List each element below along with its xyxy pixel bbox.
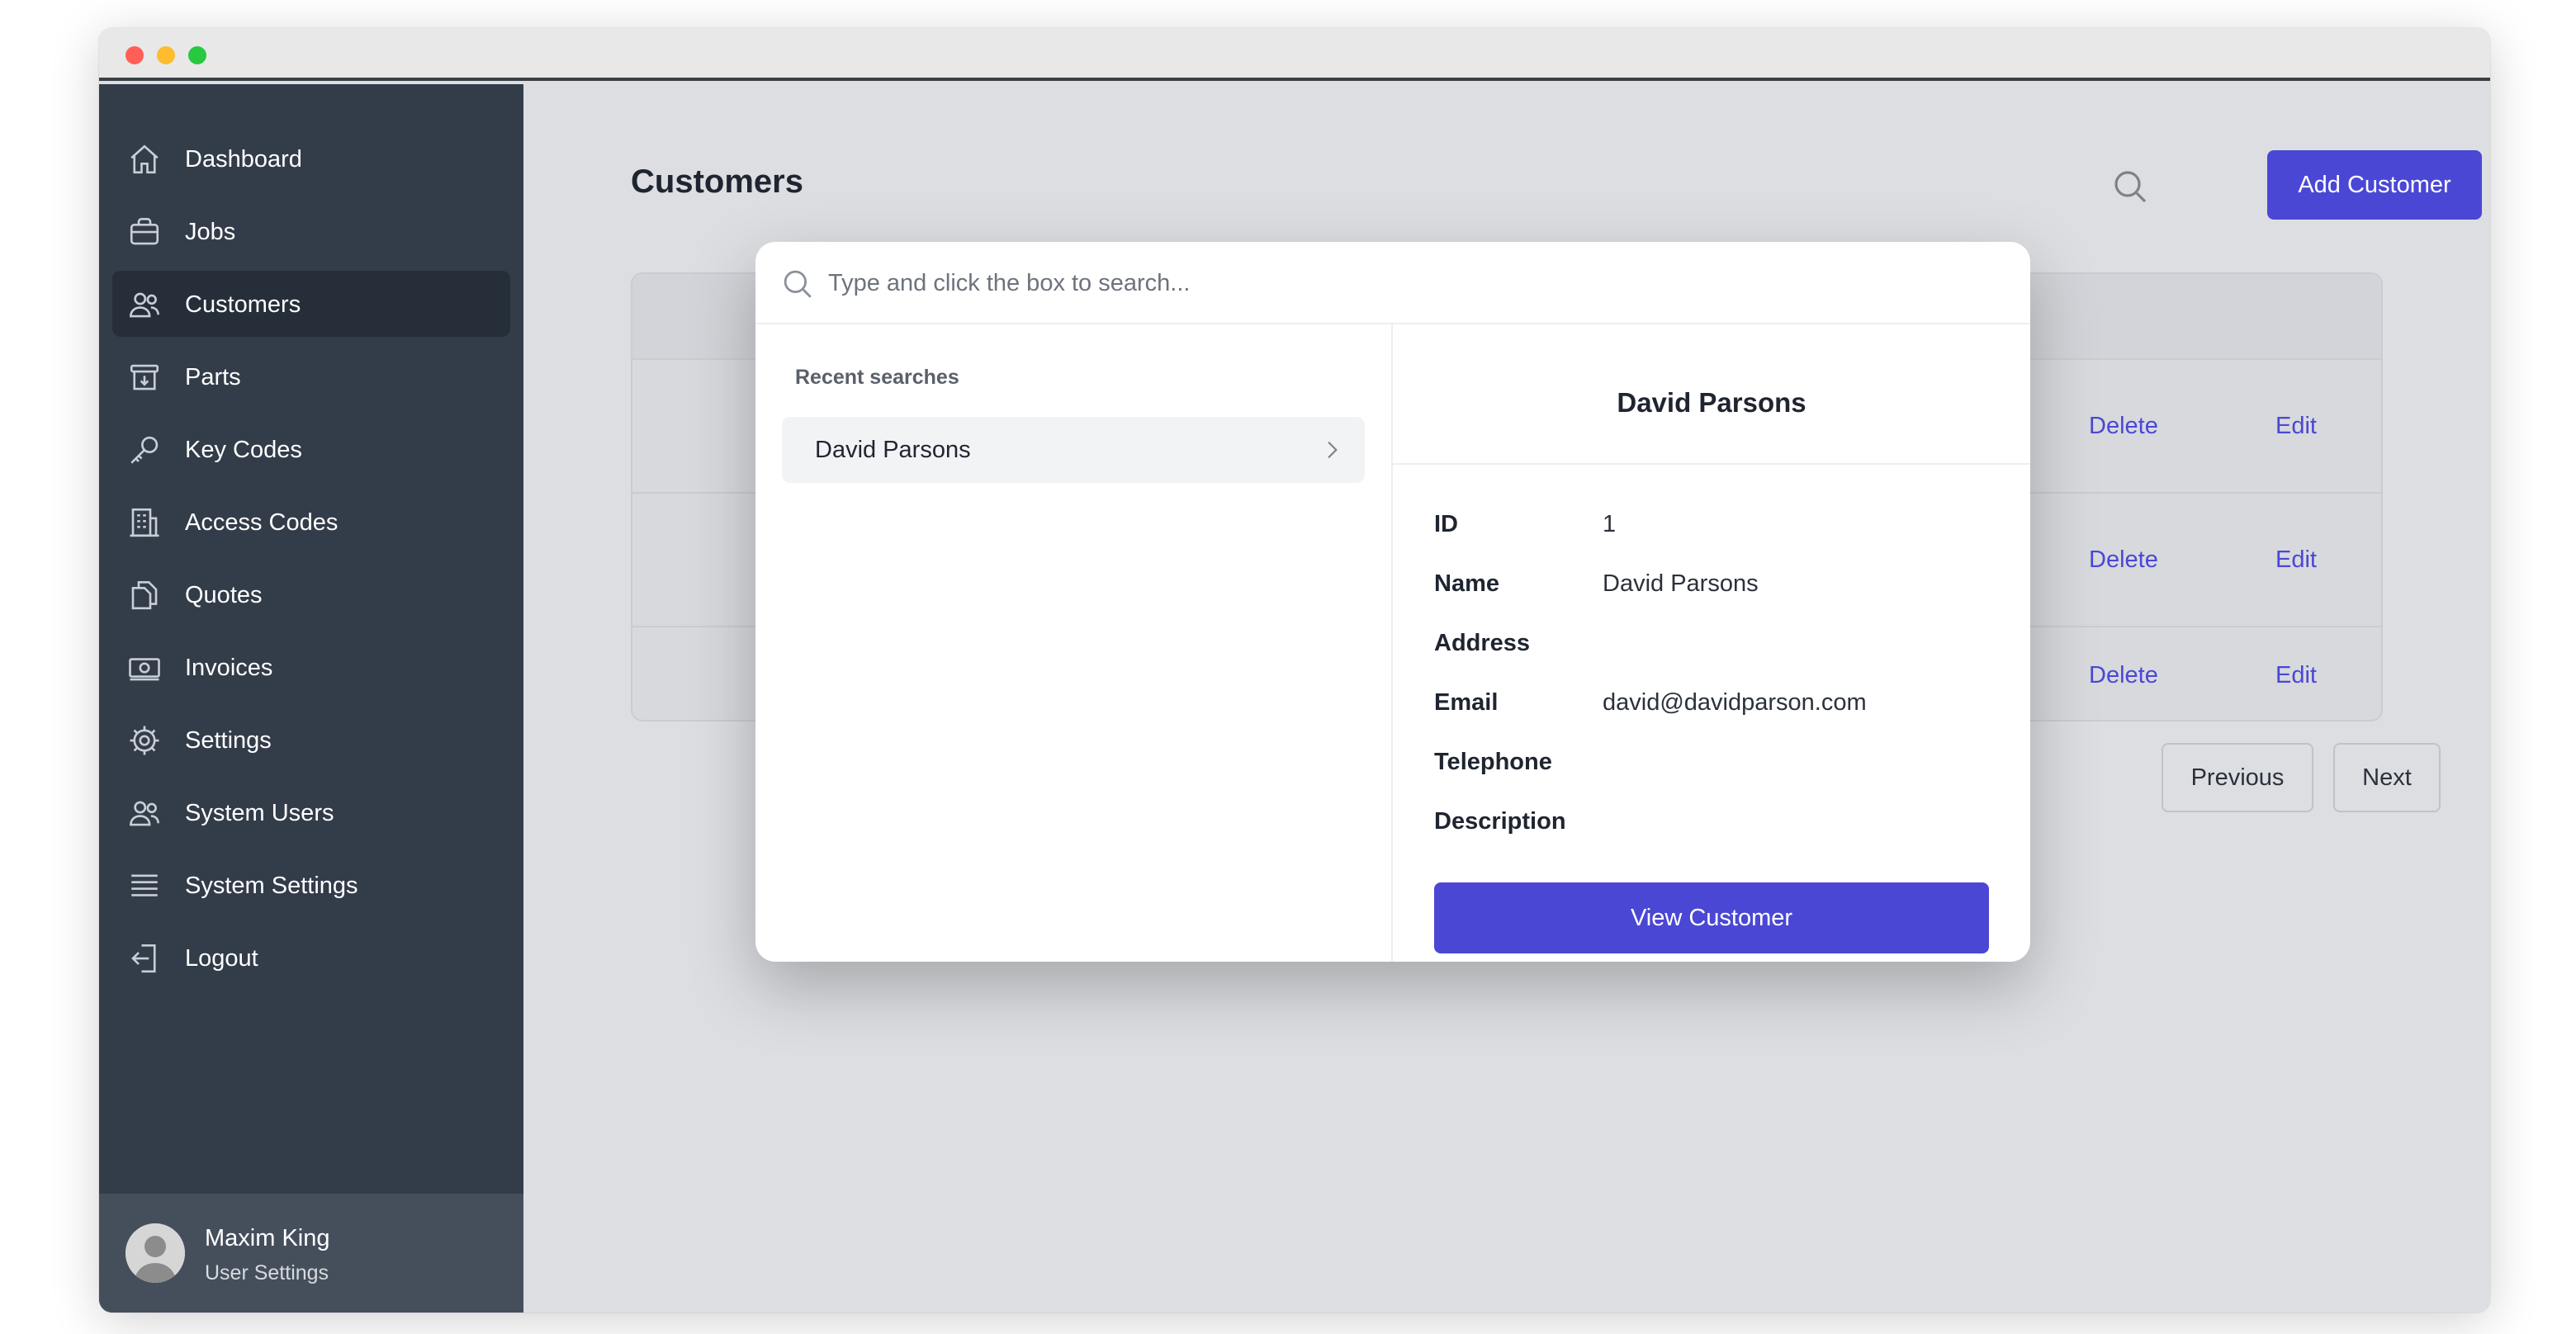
sidebar-item-parts[interactable]: Parts: [112, 343, 510, 409]
edit-button[interactable]: Edit: [2275, 546, 2317, 574]
field-value-name: David Parsons: [1603, 570, 1759, 597]
sidebar-item-customers[interactable]: Customers: [112, 271, 510, 337]
next-button[interactable]: Next: [2333, 743, 2441, 812]
key-icon: [127, 433, 162, 467]
edit-button[interactable]: Edit: [2275, 413, 2317, 440]
sidebar-item-quotes[interactable]: Quotes: [112, 561, 510, 627]
avatar: [125, 1223, 185, 1283]
recent-searches-title: Recent searches: [795, 366, 959, 389]
field-value-email: david@davidparson.com: [1603, 689, 1867, 716]
archive-icon: [127, 360, 162, 395]
sidebar-item-key-codes[interactable]: Key Codes: [112, 416, 510, 482]
delete-button[interactable]: Delete: [2089, 662, 2158, 689]
field-label-telephone: Telephone: [1434, 749, 1552, 775]
field-label-name: Name: [1434, 570, 1499, 597]
close-window-button[interactable]: [125, 46, 144, 64]
search-modal: Recent searches David Parsons David Pars…: [755, 242, 2030, 962]
search-input[interactable]: [828, 262, 1984, 305]
minimize-window-button[interactable]: [157, 46, 175, 64]
users-icon: [127, 287, 162, 322]
edit-button[interactable]: Edit: [2275, 662, 2317, 689]
cog-icon: [127, 723, 162, 758]
sidebar-item-label: System Users: [185, 800, 334, 826]
recent-search-item[interactable]: David Parsons: [782, 417, 1365, 483]
sidebar-item-label: Invoices: [185, 655, 273, 681]
sidebar-item-jobs[interactable]: Jobs: [112, 198, 510, 264]
sidebar-item-label: Customers: [185, 291, 301, 318]
documents-icon: [127, 578, 162, 613]
modal-search-bar: [755, 242, 2030, 324]
field-label-id: ID: [1434, 511, 1458, 537]
title-bar: [99, 28, 2490, 81]
app-window: Dashboard Jobs Customers Parts Key Codes: [99, 28, 2490, 1313]
sidebar: Dashboard Jobs Customers Parts Key Codes: [99, 84, 523, 1313]
cash-icon: [127, 650, 162, 685]
chevron-right-icon: [1319, 437, 1345, 463]
detail-header: David Parsons: [1393, 324, 2030, 465]
customer-name-heading: David Parsons: [1617, 387, 1807, 418]
sidebar-item-dashboard[interactable]: Dashboard: [112, 125, 510, 192]
list-icon: [127, 868, 162, 903]
sidebar-item-system-settings[interactable]: System Settings: [112, 852, 510, 918]
users-icon: [127, 796, 162, 830]
sidebar-item-system-users[interactable]: System Users: [112, 779, 510, 845]
search-icon: [780, 267, 813, 300]
view-customer-button[interactable]: View Customer: [1434, 882, 1989, 953]
sidebar-item-label: Key Codes: [185, 437, 302, 463]
logout-icon: [127, 941, 162, 976]
sidebar-item-access-codes[interactable]: Access Codes: [112, 489, 510, 555]
sidebar-item-label: Access Codes: [185, 509, 339, 536]
sidebar-item-label: Settings: [185, 727, 272, 754]
sidebar-item-label: Jobs: [185, 219, 236, 245]
recent-search-label: David Parsons: [815, 437, 971, 463]
delete-button[interactable]: Delete: [2089, 546, 2158, 574]
field-label-description: Description: [1434, 808, 1566, 835]
field-value-id: 1: [1603, 511, 1617, 537]
sidebar-item-label: Logout: [185, 945, 258, 972]
home-icon: [127, 142, 162, 177]
field-label-email: Email: [1434, 689, 1499, 716]
field-label-address: Address: [1434, 630, 1531, 656]
page-title: Customers: [631, 163, 803, 200]
sidebar-item-logout[interactable]: Logout: [112, 925, 510, 991]
maximize-window-button[interactable]: [188, 46, 206, 64]
building-icon: [127, 505, 162, 540]
search-icon[interactable]: [2110, 167, 2150, 206]
sidebar-item-label: Dashboard: [185, 146, 302, 173]
delete-button[interactable]: Delete: [2089, 413, 2158, 440]
user-settings-link[interactable]: User Settings: [205, 1261, 329, 1285]
sidebar-item-label: System Settings: [185, 873, 358, 899]
sidebar-item-label: Parts: [185, 364, 241, 390]
sidebar-item-settings[interactable]: Settings: [112, 707, 510, 773]
briefcase-icon: [127, 215, 162, 249]
previous-button[interactable]: Previous: [2162, 743, 2313, 812]
sidebar-item-invoices[interactable]: Invoices: [112, 634, 510, 700]
user-panel[interactable]: Maxim King User Settings: [99, 1194, 523, 1313]
add-customer-button[interactable]: Add Customer: [2267, 150, 2482, 220]
sidebar-item-label: Quotes: [185, 582, 263, 608]
user-name: Maxim King: [205, 1225, 330, 1251]
